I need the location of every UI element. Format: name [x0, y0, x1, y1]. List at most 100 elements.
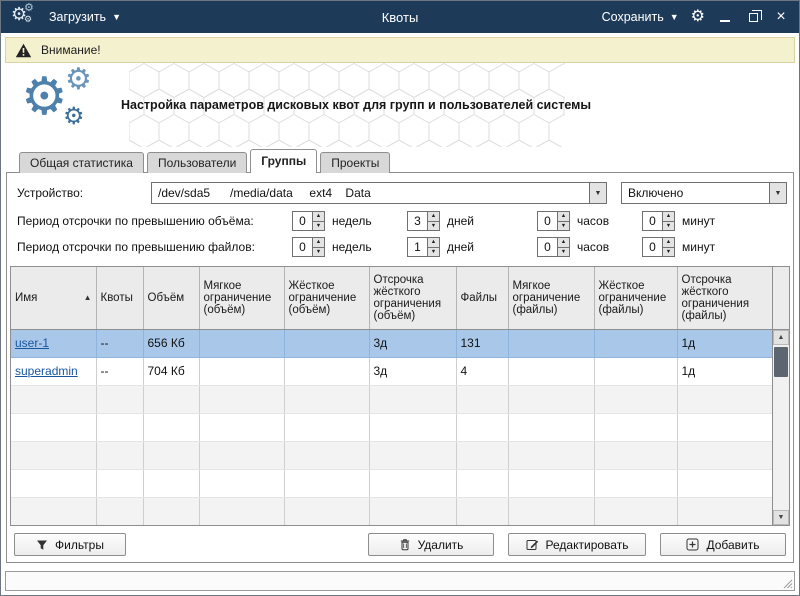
table-cell	[677, 385, 774, 413]
delete-button[interactable]: Удалить	[368, 533, 494, 556]
column-header[interactable]: Объём	[143, 267, 199, 329]
volume-minutes-spinner[interactable]: 0 ▲▼	[642, 211, 675, 231]
tab-users[interactable]: Пользователи	[147, 152, 247, 173]
column-header[interactable]: Мягкое ограничение (файлы)	[508, 267, 594, 329]
table-row[interactable]: user-1--656 Кб3д1311д	[11, 329, 774, 357]
table-cell: 4	[456, 357, 508, 385]
column-header-label: Отсрочка жёсткого ограничения (объём)	[374, 274, 452, 322]
column-header[interactable]: Имя▲	[11, 267, 96, 329]
column-header[interactable]: Жёсткое ограничение (объём)	[284, 267, 369, 329]
chevron-down-icon[interactable]: ▼	[769, 183, 786, 203]
table-row-empty[interactable]	[11, 497, 774, 525]
table-cell: user-1	[11, 329, 96, 357]
edit-button-label: Редактировать	[546, 538, 629, 552]
gear-icon: ⚙	[21, 71, 68, 123]
column-header[interactable]: Квоты	[96, 267, 143, 329]
spin-down-icon[interactable]: ▼	[313, 247, 324, 257]
header-description: Настройка параметров дисковых квот для г…	[121, 98, 591, 112]
table-cell	[143, 441, 199, 469]
load-menu-label: Загрузить	[49, 10, 106, 24]
spin-down-icon[interactable]: ▼	[663, 221, 674, 231]
scrollbar-track[interactable]	[773, 377, 789, 510]
table-cell	[369, 385, 456, 413]
files-weeks-spinner[interactable]: 0 ▲▼	[292, 237, 325, 257]
spin-up-icon[interactable]: ▲	[558, 212, 569, 221]
settings-gear-icon[interactable]: ⚙	[691, 9, 705, 25]
spin-up-icon[interactable]: ▲	[313, 238, 324, 247]
quota-state-select[interactable]: Включено ▼	[621, 182, 787, 204]
user-name-link[interactable]: superadmin	[15, 364, 78, 378]
spin-down-icon[interactable]: ▼	[428, 247, 439, 257]
edit-button[interactable]: Редактировать	[508, 533, 646, 556]
close-button[interactable]: ×	[773, 8, 789, 26]
spin-up-icon[interactable]: ▲	[313, 212, 324, 221]
table-cell	[143, 469, 199, 497]
table-row-empty[interactable]	[11, 413, 774, 441]
unit-minutes-label: минут	[675, 240, 787, 254]
titlebar-right: Сохранить ▼ ⚙ ×	[602, 8, 789, 26]
scrollbar-thumb[interactable]	[774, 347, 788, 377]
table-row-empty[interactable]	[11, 469, 774, 497]
table-cell: --	[96, 357, 143, 385]
scroll-down-button[interactable]: ▼	[773, 510, 789, 525]
maximize-button[interactable]	[745, 8, 761, 26]
spin-down-icon[interactable]: ▼	[428, 221, 439, 231]
spin-down-icon[interactable]: ▼	[663, 247, 674, 257]
spin-up-icon[interactable]: ▲	[663, 212, 674, 221]
column-header[interactable]: Файлы	[456, 267, 508, 329]
save-menu-button[interactable]: Сохранить ▼	[602, 10, 679, 24]
scroll-up-button[interactable]: ▲	[773, 330, 789, 345]
spin-down-icon[interactable]: ▼	[313, 221, 324, 231]
table-row-empty[interactable]	[11, 385, 774, 413]
files-days-spinner[interactable]: 1 ▲▼	[407, 237, 440, 257]
gear-icon: ⚙	[24, 3, 34, 14]
volume-hours-spinner[interactable]: 0 ▲▼	[537, 211, 570, 231]
tab-projects[interactable]: Проекты	[320, 152, 390, 173]
column-header-label: Имя	[15, 292, 37, 304]
table-cell	[284, 413, 369, 441]
table-cell: 656 Кб	[143, 329, 199, 357]
quota-table-grid: Имя▲КвотыОбъёмМягкое ограничение (объём)…	[11, 267, 775, 526]
volume-days-spinner[interactable]: 3 ▲▼	[407, 211, 440, 231]
device-select-value: /dev/sda5 /media/data ext4 Data	[152, 186, 589, 200]
column-header-label: Мягкое ограничение (объём)	[204, 280, 280, 316]
spin-up-icon[interactable]: ▲	[558, 238, 569, 247]
column-header[interactable]: Жёсткое ограничение (файлы)	[594, 267, 677, 329]
add-button[interactable]: Добавить	[660, 533, 786, 556]
chevron-down-icon[interactable]: ▼	[589, 183, 606, 203]
table-cell	[508, 357, 594, 385]
minimize-button[interactable]	[717, 8, 733, 26]
column-header[interactable]: Отсрочка жёсткого ограничения (объём)	[369, 267, 456, 329]
table-cell	[508, 385, 594, 413]
volume-weeks-spinner[interactable]: 0 ▲▼	[292, 211, 325, 231]
table-row[interactable]: superadmin--704 Кб3д41д	[11, 357, 774, 385]
table-cell	[96, 469, 143, 497]
table-cell	[594, 357, 677, 385]
column-header-label: Жёсткое ограничение (объём)	[289, 280, 365, 316]
table-cell	[199, 441, 284, 469]
tab-groups[interactable]: Группы	[250, 149, 317, 173]
spin-up-icon[interactable]: ▲	[663, 238, 674, 247]
filters-button[interactable]: Фильтры	[14, 533, 126, 556]
tab-general-stats[interactable]: Общая статистика	[19, 152, 144, 173]
resize-grip[interactable]	[781, 577, 793, 589]
chevron-down-icon: ▼	[670, 13, 679, 22]
files-minutes-spinner[interactable]: 0 ▲▼	[642, 237, 675, 257]
spin-up-icon[interactable]: ▲	[428, 212, 439, 221]
column-header[interactable]: Отсрочка жёсткого ограничения (файлы)	[677, 267, 774, 329]
device-select[interactable]: /dev/sda5 /media/data ext4 Data ▼	[151, 182, 607, 204]
vertical-scrollbar[interactable]: ▲ ▼	[772, 267, 789, 525]
table-cell	[284, 329, 369, 357]
delete-button-label: Удалить	[418, 538, 464, 552]
filters-button-label: Фильтры	[55, 538, 104, 552]
spin-down-icon[interactable]: ▼	[558, 221, 569, 231]
files-hours-spinner[interactable]: 0 ▲▼	[537, 237, 570, 257]
spin-up-icon[interactable]: ▲	[428, 238, 439, 247]
spin-down-icon[interactable]: ▼	[558, 247, 569, 257]
table-cell	[143, 385, 199, 413]
table-row-empty[interactable]	[11, 441, 774, 469]
user-name-link[interactable]: user-1	[15, 336, 49, 350]
column-header[interactable]: Мягкое ограничение (объём)	[199, 267, 284, 329]
load-menu-button[interactable]: Загрузить ▼	[49, 10, 121, 24]
unit-days-label: дней	[440, 214, 537, 228]
